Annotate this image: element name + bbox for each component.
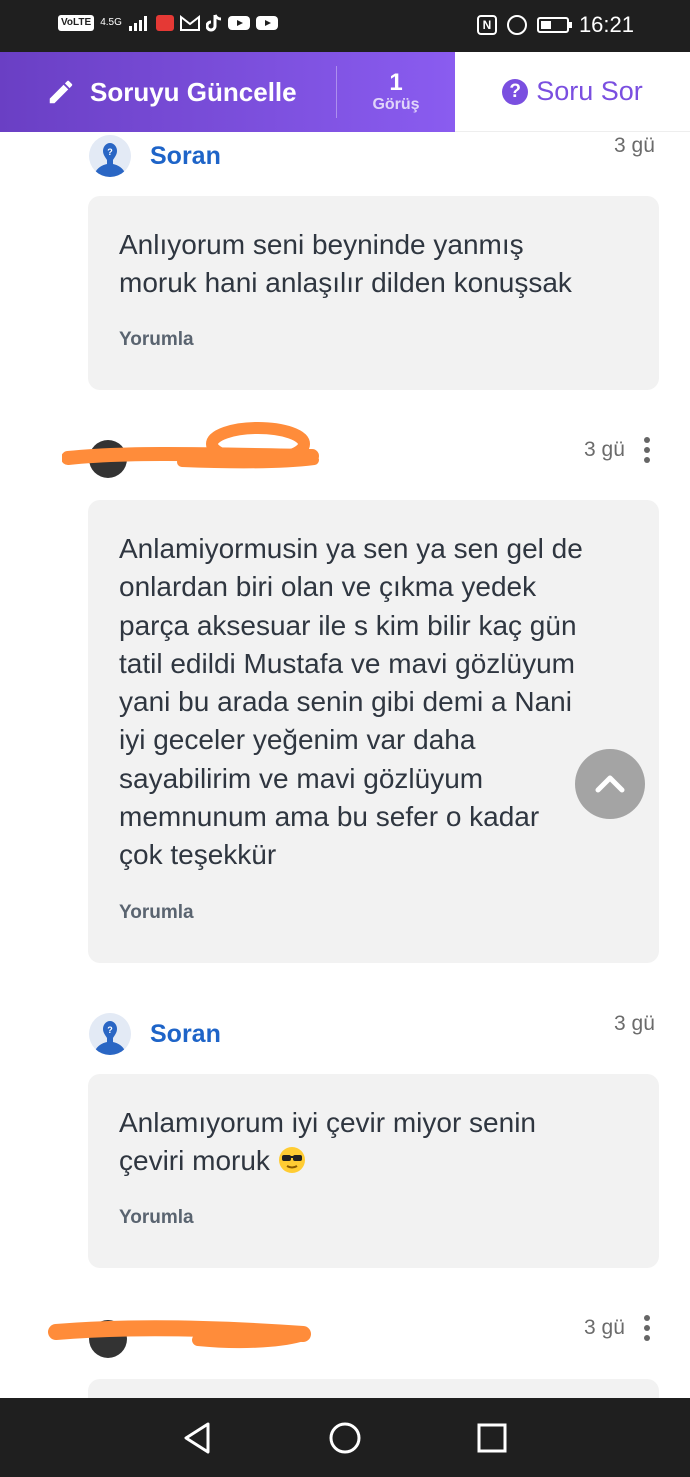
svg-text:?: ? [107,147,113,157]
redaction-scribble [62,422,319,469]
youtube-icon-2 [255,16,278,30]
update-question-button[interactable]: Soruyu Güncelle [46,77,336,108]
update-question-label: Soruyu Güncelle [90,76,297,107]
comment-text: Anlıyorum seni beyninde yanmış moruk han… [119,229,572,299]
home-circle-icon[interactable] [327,1420,363,1456]
status-right-icons: N 16:21 [476,12,634,38]
comment-card: Anlamiyormusin ya sen ya sen gel de onla… [88,500,659,963]
recent-square-icon[interactable] [474,1420,510,1456]
svg-text:?: ? [107,1025,113,1035]
comment-author[interactable]: Soran [150,1020,221,1049]
status-left-icons: VoLTE 4.5G [58,14,278,32]
question-owner-panel: Soruyu Güncelle 1 Görüş [0,52,455,132]
comment-text: Anlamiyormusin ya sen ya sen gel de onla… [119,533,583,871]
comment-time: 3 gü [584,1316,625,1339]
comment-text-content: Anlamıyorum iyi çevir miyor senin çeviri… [119,1107,536,1177]
asker-avatar[interactable]: ? [89,135,131,177]
views-label: Görüş [372,96,420,113]
comment-card: Anlıyorum seni beyninde yanmış moruk han… [88,196,659,390]
scroll-to-top-button[interactable] [575,749,645,819]
anonymous-user-icon: ? [89,135,131,177]
app-notification-icon [155,15,174,31]
comment-time: 3 gü [614,1012,655,1035]
nfc-icon: N [476,15,497,35]
asker-avatar[interactable]: ? [89,1013,131,1055]
views-count: 1 [389,69,403,96]
chevron-up-icon [595,775,625,793]
reply-button[interactable]: Yorumla [119,1207,194,1229]
pencil-icon [49,80,73,104]
system-navigation-bar [0,1398,690,1477]
status-bar: VoLTE 4.5G N 16:21 [0,0,690,52]
comment-card: Anlamıyorum iyi çevir miyor senin çeviri… [88,1074,659,1268]
tiktok-icon [205,14,221,32]
question-action-bar: Soruyu Güncelle 1 Görüş ? Soru Sor [0,52,690,132]
volte-badge: VoLTE [58,15,95,31]
reply-button[interactable]: Yorumla [119,329,194,351]
gmail-icon [179,15,200,31]
views-counter: 1 Görüş [337,70,455,114]
signal-icon [128,16,147,31]
comment-time: 3 gü [614,134,655,157]
youtube-icon [227,16,250,30]
comment-author[interactable]: Soran [150,142,221,171]
anonymous-user-icon: ? [89,1013,131,1055]
network-type-label: 4.5G [100,17,122,28]
ask-question-label: Soru Sor [536,76,643,106]
alarm-icon [506,15,527,35]
comment-time: 3 gü [584,438,625,461]
battery-icon [536,17,572,33]
back-triangle-icon[interactable] [180,1420,216,1456]
comment-text: Anlamıyorum iyi çevir miyor senin çeviri… [119,1104,628,1181]
reply-button[interactable]: Yorumla [119,902,194,924]
redaction-scribble [48,1320,311,1349]
sunglasses-emoji-icon [278,1147,305,1174]
more-vertical-icon[interactable] [644,437,650,467]
question-circle-icon: ? [502,78,529,105]
more-vertical-icon[interactable] [644,1315,650,1345]
ask-question-button[interactable]: ? Soru Sor [455,52,690,132]
clock-time: 16:21 [578,12,634,37]
